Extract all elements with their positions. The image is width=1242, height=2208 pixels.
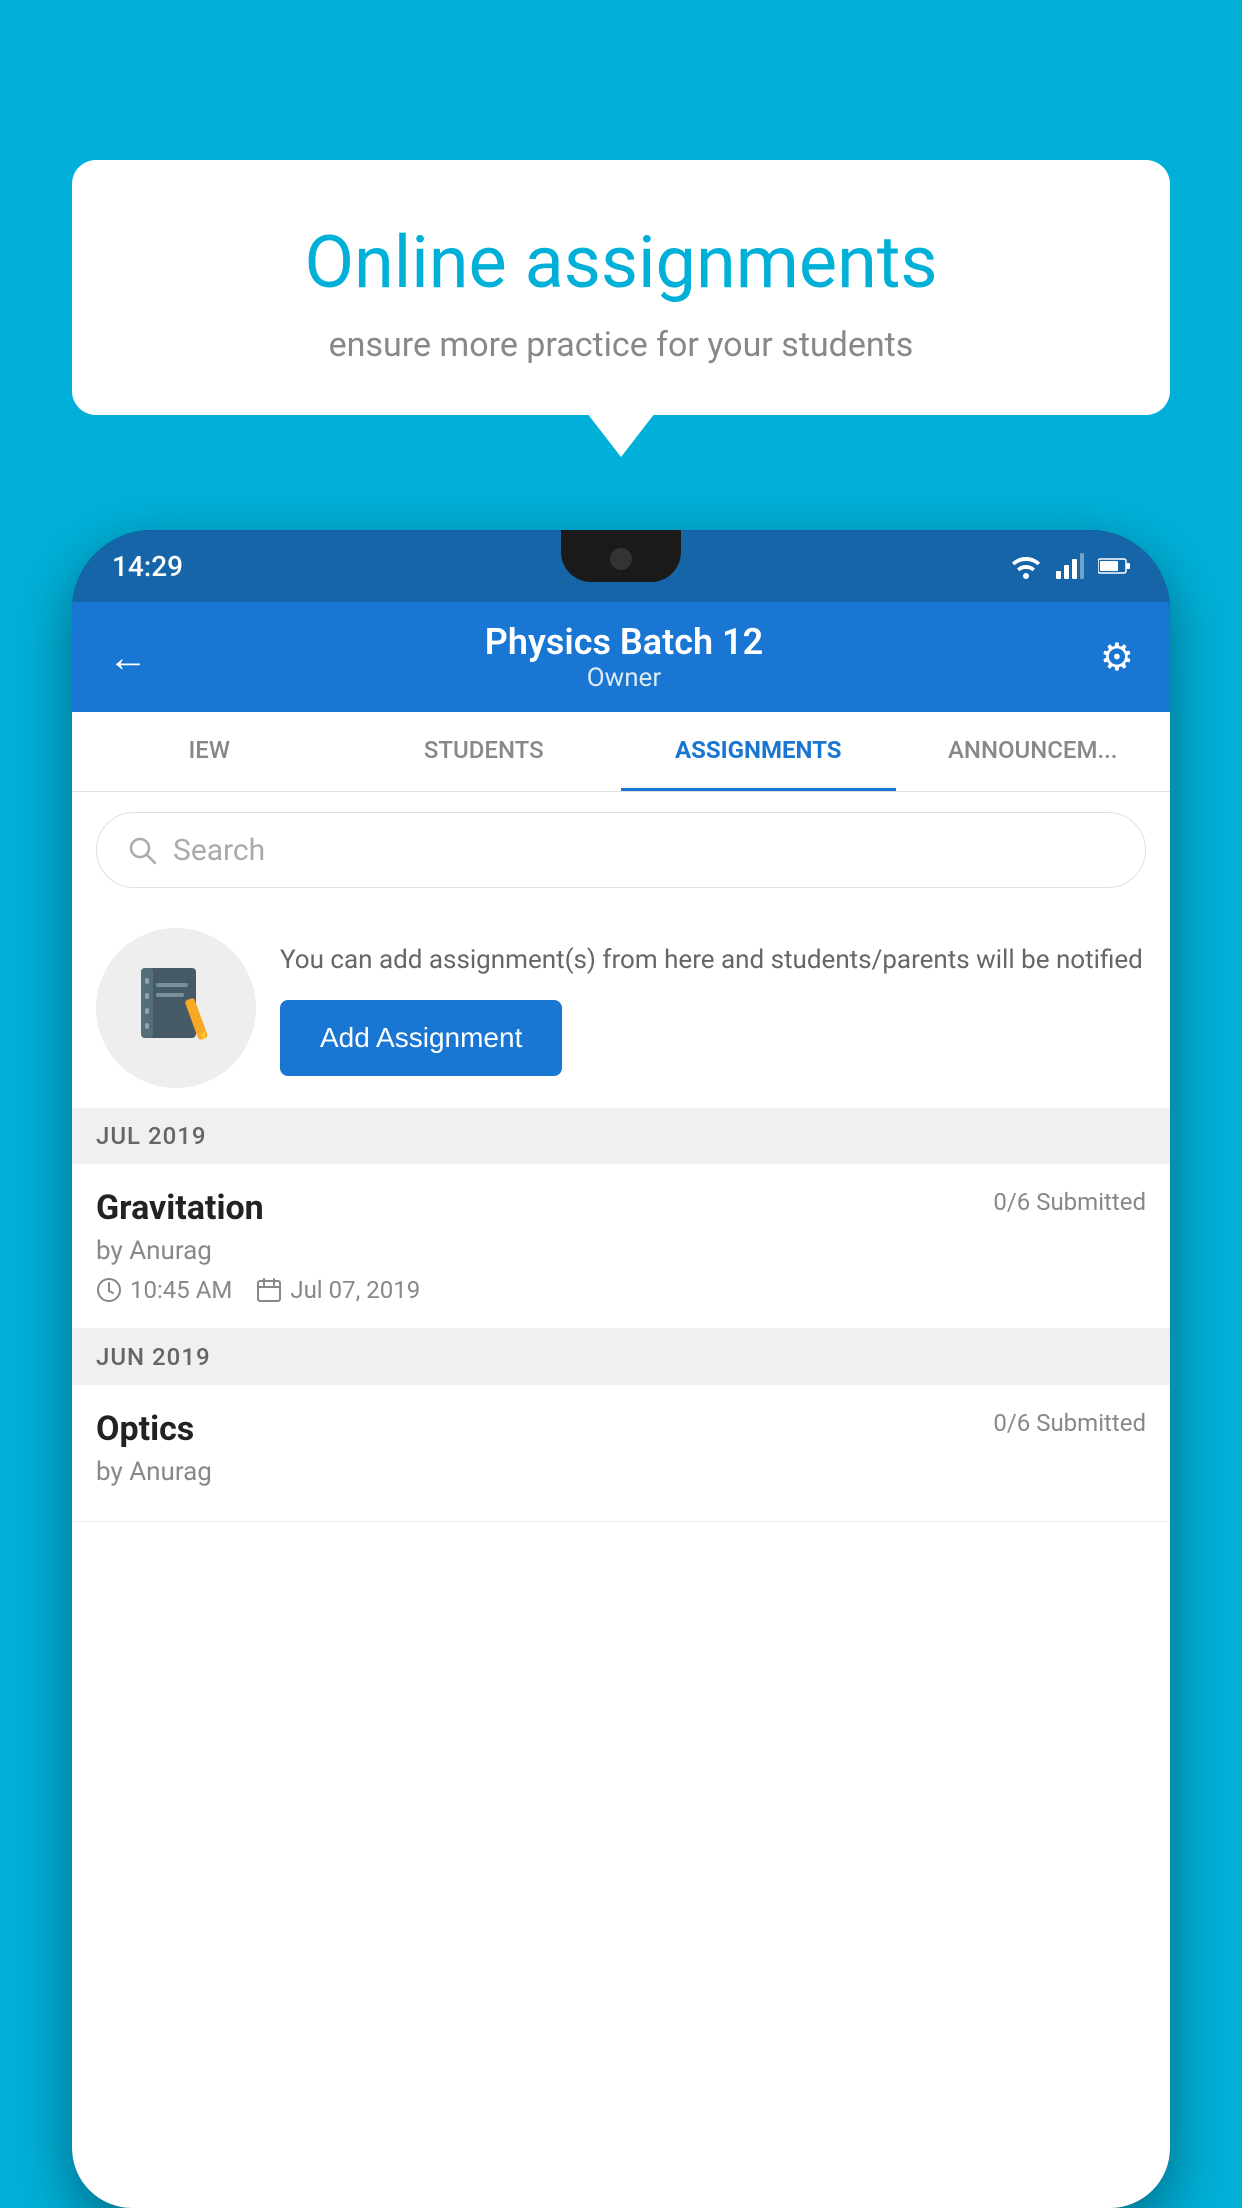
status-icons	[1010, 553, 1130, 579]
assignment-date: Jul 07, 2019	[256, 1276, 420, 1304]
month-separator-jun: JUN 2019	[72, 1329, 1170, 1385]
assignment-icon-circle	[96, 928, 256, 1088]
add-assignment-text-group: You can add assignment(s) from here and …	[280, 941, 1146, 1076]
assignment-by: by Anurag	[96, 1236, 1146, 1266]
app-header: ← Physics Batch 12 Owner ⚙	[72, 602, 1170, 712]
assignment-submitted-optics: 0/6 Submitted	[993, 1409, 1146, 1437]
month-separator-jul: JUL 2019	[72, 1108, 1170, 1164]
search-placeholder: Search	[173, 833, 265, 868]
add-assignment-button[interactable]: Add Assignment	[280, 1000, 562, 1076]
add-assignment-description: You can add assignment(s) from here and …	[280, 941, 1146, 980]
speech-bubble-container: Online assignments ensure more practice …	[72, 160, 1170, 415]
page-subtitle: Owner	[485, 663, 763, 693]
speech-bubble-subtitle: ensure more practice for your students	[132, 325, 1110, 365]
speech-bubble: Online assignments ensure more practice …	[72, 160, 1170, 415]
phone-frame: 14:29 ← Physi	[72, 530, 1170, 2208]
notch	[561, 530, 681, 582]
status-time: 14:29	[112, 550, 183, 583]
battery-icon	[1098, 556, 1130, 576]
assignment-header-optics: Optics 0/6 Submitted	[96, 1409, 1146, 1449]
tab-announcements[interactable]: ANNOUNCEM...	[896, 712, 1171, 791]
assignment-item-gravitation[interactable]: Gravitation 0/6 Submitted by Anurag 10:4…	[72, 1164, 1170, 1329]
wifi-icon	[1010, 553, 1042, 579]
status-bar: 14:29	[72, 530, 1170, 602]
assignment-name: Gravitation	[96, 1188, 264, 1228]
notebook-icon	[131, 963, 221, 1053]
assignment-name-optics: Optics	[96, 1409, 194, 1449]
assignment-by-optics: by Anurag	[96, 1457, 1146, 1487]
camera	[610, 548, 632, 570]
tab-students[interactable]: STUDENTS	[347, 712, 622, 791]
tab-assignments[interactable]: ASSIGNMENTS	[621, 712, 896, 791]
calendar-icon	[256, 1277, 282, 1303]
back-button[interactable]: ←	[108, 634, 148, 681]
speech-bubble-title: Online assignments	[132, 220, 1110, 305]
phone-screen: Search	[72, 792, 1170, 2208]
clock-icon	[96, 1277, 122, 1303]
header-title-group: Physics Batch 12 Owner	[485, 621, 763, 693]
tab-overview[interactable]: IEW	[72, 712, 347, 791]
assignment-meta: 10:45 AM Jul 07, 2019	[96, 1276, 1146, 1304]
page-title: Physics Batch 12	[485, 621, 763, 663]
add-assignment-block: You can add assignment(s) from here and …	[72, 908, 1170, 1108]
signal-icon	[1056, 553, 1084, 579]
assignment-time: 10:45 AM	[96, 1276, 232, 1304]
settings-button[interactable]: ⚙	[1100, 635, 1134, 680]
assignment-submitted: 0/6 Submitted	[993, 1188, 1146, 1216]
search-bar[interactable]: Search	[96, 812, 1146, 888]
assignment-item-optics[interactable]: Optics 0/6 Submitted by Anurag	[72, 1385, 1170, 1522]
assignment-header: Gravitation 0/6 Submitted	[96, 1188, 1146, 1228]
search-icon	[127, 835, 157, 865]
tab-bar: IEW STUDENTS ASSIGNMENTS ANNOUNCEM...	[72, 712, 1170, 792]
